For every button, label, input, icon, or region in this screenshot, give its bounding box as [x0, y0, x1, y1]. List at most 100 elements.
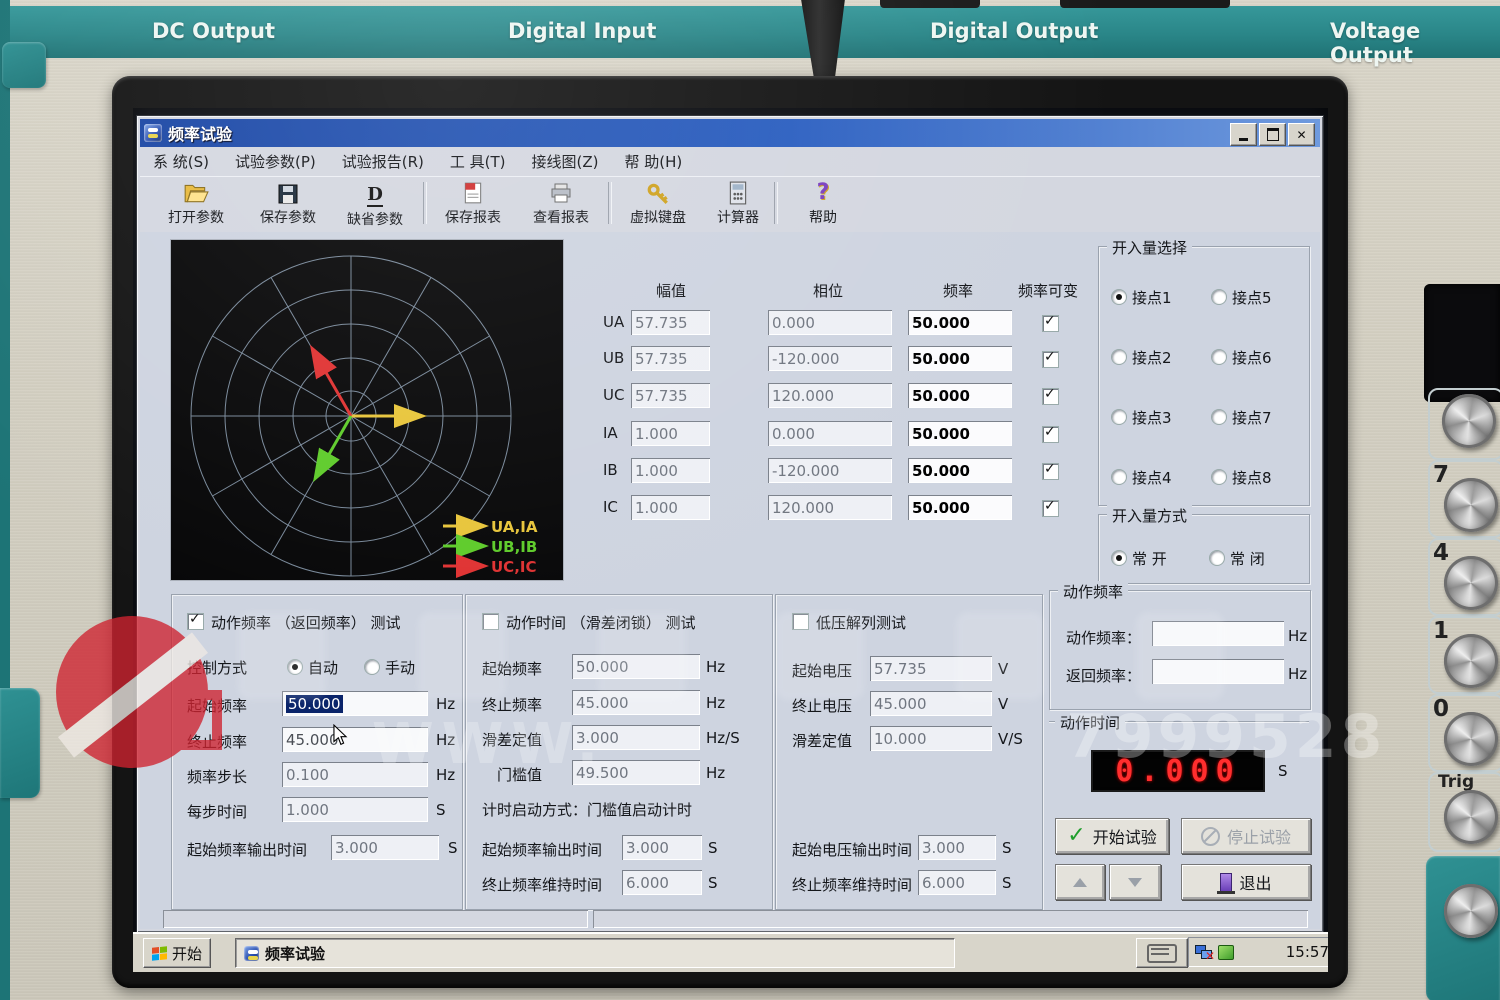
menu-item-tools[interactable]: 工 具(T) — [437, 147, 519, 176]
manual-label[interactable]: 手动 — [385, 657, 415, 678]
contact-4-label[interactable]: 接点4 — [1132, 467, 1172, 488]
end-frequency-field[interactable]: 45.000 — [282, 727, 428, 752]
contact-4-radio[interactable] — [1111, 469, 1127, 485]
return-frequency-result-field[interactable] — [1152, 659, 1284, 684]
toolbar-help[interactable]: ? 帮助 — [781, 179, 865, 229]
tt-start-output-time-field[interactable]: 3.000 — [622, 835, 702, 860]
contact-7-label[interactable]: 接点7 — [1232, 407, 1272, 428]
start-frequency-field[interactable]: 50.000 — [282, 691, 428, 716]
step-time-field[interactable]: 1.000 — [282, 797, 428, 822]
start-button[interactable]: 开始 — [143, 938, 211, 968]
up-button[interactable] — [1055, 864, 1105, 900]
ib-freq-variable-checkbox[interactable] — [1042, 463, 1059, 480]
down-button[interactable] — [1109, 864, 1161, 900]
ia-freq-variable-checkbox[interactable] — [1042, 426, 1059, 443]
contact-8-label[interactable]: 接点8 — [1232, 467, 1272, 488]
ua-freq-variable-checkbox[interactable] — [1042, 315, 1059, 332]
contact-1-label[interactable]: 接点1 — [1132, 287, 1172, 308]
start-test-button[interactable]: ✓开始试验 — [1055, 818, 1169, 854]
tt-end-frequency-field[interactable]: 45.000 — [572, 690, 700, 715]
network-tray-icon[interactable] — [1195, 945, 1212, 959]
action-frequency-result-field[interactable] — [1152, 621, 1284, 646]
frequency-step-field[interactable]: 0.100 — [282, 762, 428, 787]
toolbar-save-report[interactable]: 保存报表 — [431, 179, 515, 229]
toolbar-default-params[interactable]: D 缺省参数 — [333, 179, 417, 229]
contact-8-radio[interactable] — [1211, 469, 1227, 485]
ua-frequency-field[interactable]: 50.000 — [908, 310, 1012, 335]
action-time-test-label[interactable]: 动作时间 （滑差闭锁） 测试 — [506, 612, 696, 633]
contact-6-radio[interactable] — [1211, 349, 1227, 365]
uc-amplitude-field[interactable]: 57.735 — [631, 383, 710, 408]
contact-2-radio[interactable] — [1111, 349, 1127, 365]
contact-2-label[interactable]: 接点2 — [1132, 347, 1172, 368]
uc-frequency-field[interactable]: 50.000 — [908, 383, 1012, 408]
contact-1-radio[interactable] — [1111, 289, 1127, 305]
ub-phase-field[interactable]: -120.000 — [768, 346, 892, 371]
contact-7-radio[interactable] — [1211, 409, 1227, 425]
side-button-label-4: 4 — [1433, 540, 1449, 566]
toolbar-virtual-keyboard[interactable]: 虚拟键盘 — [616, 179, 700, 229]
contact-3-label[interactable]: 接点3 — [1132, 407, 1172, 428]
ua-amplitude-field[interactable]: 57.735 — [631, 310, 710, 335]
action-time-test-checkbox[interactable] — [482, 613, 499, 630]
task-button-frequency-test[interactable]: 频率试验 — [235, 938, 955, 968]
vt-start-voltage-field[interactable]: 57.735 — [870, 656, 992, 681]
action-frequency-test-label[interactable]: 动作频率 （返回频率） 测试 — [211, 612, 401, 633]
normally-open-label[interactable]: 常 开 — [1132, 548, 1167, 569]
exit-button[interactable]: 退出 — [1181, 864, 1311, 900]
ic-phase-field[interactable]: 120.000 — [768, 495, 892, 520]
menu-item-wiring-diagram[interactable]: 接线图(Z) — [519, 147, 612, 176]
menu-item-test-params[interactable]: 试验参数(P) — [222, 147, 329, 176]
stop-test-button[interactable]: 停止试验 — [1181, 818, 1311, 854]
vt-end-voltage-field[interactable]: 45.000 — [870, 691, 992, 716]
ub-frequency-field[interactable]: 50.000 — [908, 346, 1012, 371]
menu-item-test-report[interactable]: 试验报告(R) — [329, 147, 437, 176]
tray-icon-green[interactable] — [1218, 945, 1234, 960]
auto-radio[interactable] — [287, 659, 303, 675]
ub-freq-variable-checkbox[interactable] — [1042, 351, 1059, 368]
toolbar-open-params[interactable]: 打开参数 — [154, 179, 238, 229]
ib-frequency-field[interactable]: 50.000 — [908, 458, 1012, 483]
keyboard-tray-button[interactable] — [1136, 938, 1188, 968]
ib-phase-field[interactable]: -120.000 — [768, 458, 892, 483]
low-voltage-test-checkbox[interactable] — [792, 613, 809, 630]
ub-amplitude-field[interactable]: 57.735 — [631, 346, 710, 371]
ib-amplitude-field[interactable]: 1.000 — [631, 458, 710, 483]
ia-frequency-field[interactable]: 50.000 — [908, 421, 1012, 446]
low-voltage-test-label[interactable]: 低压解列测试 — [816, 612, 906, 633]
ia-amplitude-field[interactable]: 1.000 — [631, 421, 710, 446]
vt-end-hold-time-field[interactable]: 6.000 — [918, 870, 996, 895]
normally-closed-radio[interactable] — [1209, 550, 1225, 566]
tt-start-frequency-field[interactable]: 50.000 — [572, 654, 700, 679]
action-frequency-test-checkbox[interactable] — [187, 613, 204, 630]
menu-item-help[interactable]: 帮 助(H) — [612, 147, 696, 176]
tt-end-hold-time-field[interactable]: 6.000 — [622, 870, 702, 895]
vt-start-output-time-field[interactable]: 3.000 — [918, 835, 996, 860]
maximize-button[interactable] — [1259, 123, 1286, 146]
tt-slip-setting-field[interactable]: 3.000 — [572, 725, 700, 750]
ua-phase-field[interactable]: 0.000 — [768, 310, 892, 335]
contact-3-radio[interactable] — [1111, 409, 1127, 425]
uc-phase-field[interactable]: 120.000 — [768, 383, 892, 408]
contact-6-label[interactable]: 接点6 — [1232, 347, 1272, 368]
ic-freq-variable-checkbox[interactable] — [1042, 500, 1059, 517]
normally-open-radio[interactable] — [1111, 550, 1127, 566]
toolbar-save-params[interactable]: 保存参数 — [246, 179, 330, 229]
ic-amplitude-field[interactable]: 1.000 — [631, 495, 710, 520]
contact-5-label[interactable]: 接点5 — [1232, 287, 1272, 308]
close-button[interactable]: ✕ — [1288, 123, 1315, 146]
minimize-button[interactable] — [1230, 123, 1257, 146]
normally-closed-label[interactable]: 常 闭 — [1230, 548, 1265, 569]
tt-threshold-field[interactable]: 49.500 — [572, 760, 700, 785]
ic-frequency-field[interactable]: 50.000 — [908, 495, 1012, 520]
start-freq-output-time-field[interactable]: 3.000 — [331, 835, 439, 860]
manual-radio[interactable] — [364, 659, 380, 675]
toolbar-calculator[interactable]: 计算器 — [696, 179, 780, 229]
vt-slip-setting-field[interactable]: 10.000 — [870, 726, 992, 751]
uc-freq-variable-checkbox[interactable] — [1042, 388, 1059, 405]
menu-item-system[interactable]: 系 统(S) — [140, 147, 222, 176]
ia-phase-field[interactable]: 0.000 — [768, 421, 892, 446]
contact-5-radio[interactable] — [1211, 289, 1227, 305]
toolbar-view-report[interactable]: 查看报表 — [519, 179, 603, 229]
auto-label[interactable]: 自动 — [308, 657, 338, 678]
